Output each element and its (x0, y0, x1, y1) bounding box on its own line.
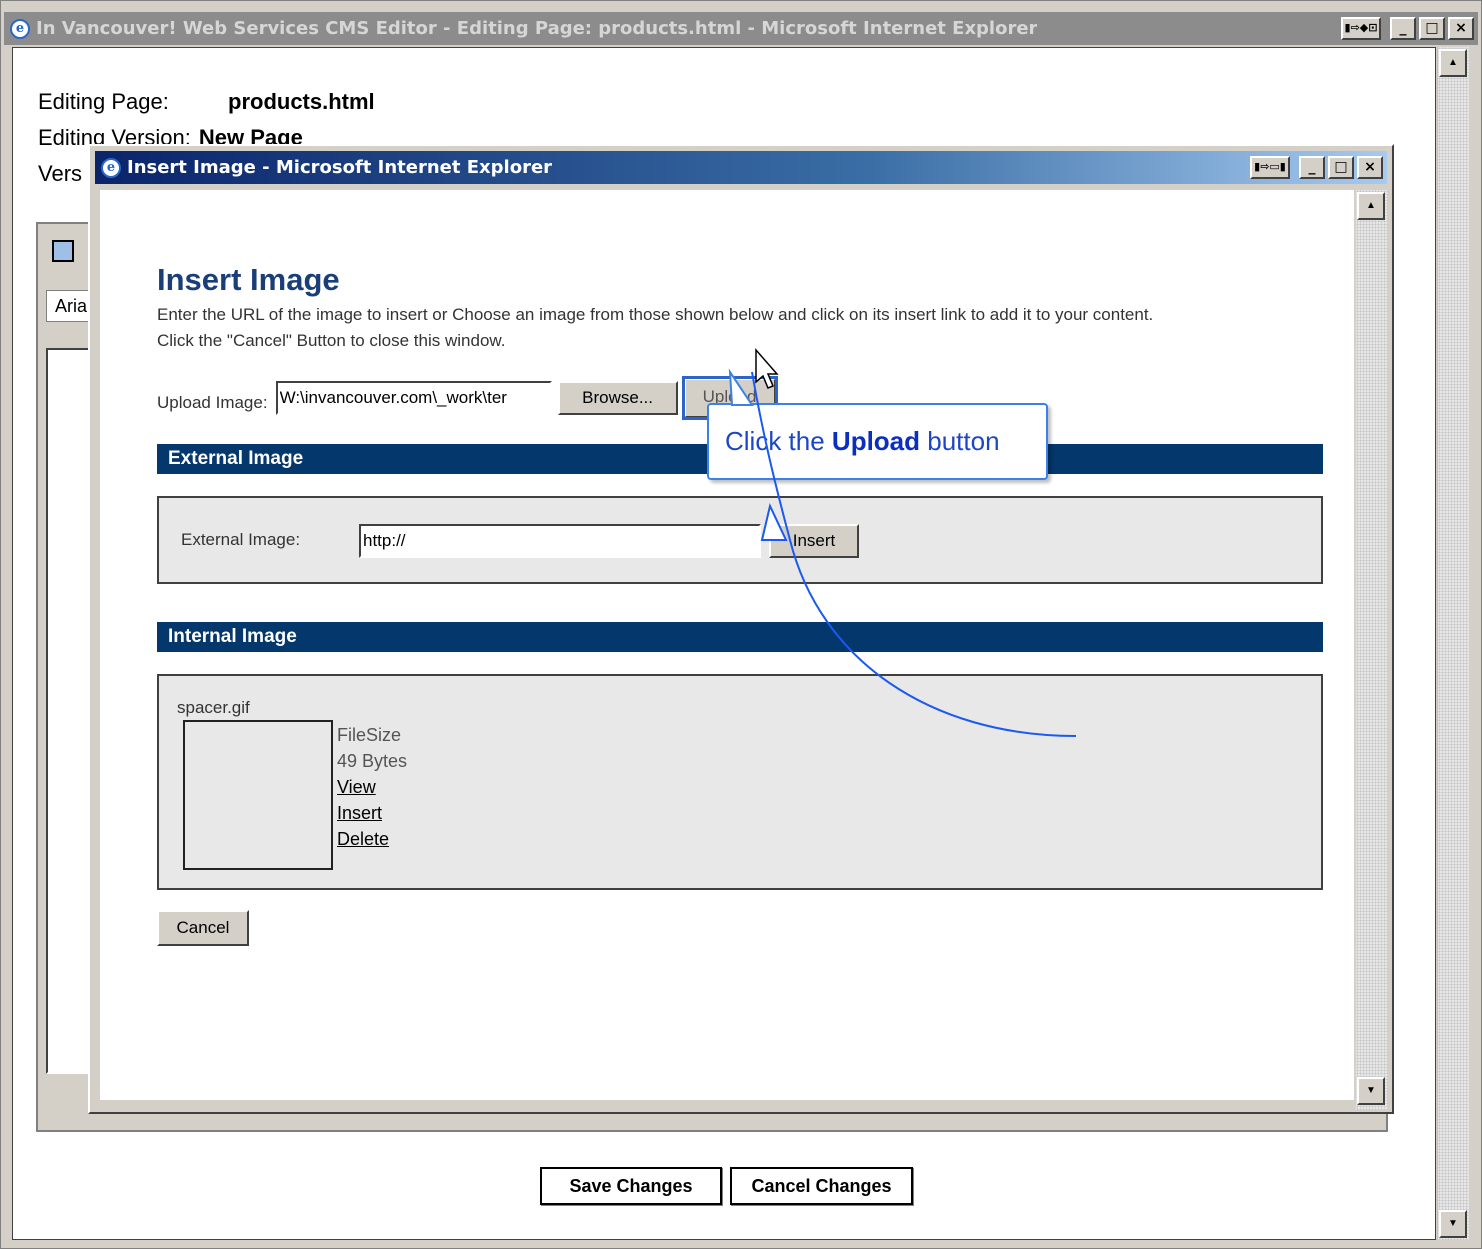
external-insert-button[interactable]: Insert (769, 524, 859, 558)
cancel-changes-button[interactable]: Cancel Changes (730, 1167, 913, 1205)
dialog-cancel-button[interactable]: Cancel (157, 910, 249, 946)
outer-maximize-button[interactable]: □ (1419, 17, 1445, 40)
tutorial-callout: Click the Upload button (707, 403, 1048, 480)
dialog-minimize-button[interactable]: _ (1299, 156, 1325, 179)
outer-vertical-scrollbar[interactable]: ▲ ▼ (1437, 47, 1469, 1240)
outer-close-button[interactable]: × (1448, 17, 1474, 40)
dialog-window-controls: ▮⇨▭▮ _ □ × (1250, 156, 1383, 179)
browse-button[interactable]: Browse... (557, 381, 678, 415)
outer-minimize-button[interactable]: _ (1390, 17, 1416, 40)
upload-file-input[interactable] (275, 381, 552, 415)
file-name: spacer.gif (177, 698, 250, 717)
outer-titlebar[interactable]: e In Vancouver! Web Services CMS Editor … (4, 12, 1478, 45)
view-link[interactable]: View (337, 774, 407, 800)
file-thumbnail (183, 720, 333, 870)
dialog-titlebar[interactable]: e Insert Image - Microsoft Internet Expl… (95, 151, 1387, 184)
internal-image-panel: spacer.gif FileSize 49 Bytes View Insert… (157, 674, 1323, 890)
upload-image-label: Upload Image: (157, 393, 268, 412)
source-view-icon[interactable] (52, 240, 74, 262)
upload-row: Upload Image: Browse... Upload (157, 376, 778, 420)
dialog-title: Insert Image - Microsoft Internet Explor… (127, 157, 553, 178)
editing-page-row: Editing Page: products.html (38, 84, 375, 120)
save-changes-button[interactable]: Save Changes (540, 1167, 722, 1205)
external-image-label: External Image: (181, 530, 301, 549)
dialog-maximize-button[interactable]: □ (1328, 156, 1354, 179)
editing-page-label: Editing Page: (38, 89, 169, 114)
dialog-content: Insert Image Enter the URL of the image … (100, 190, 1354, 1100)
scroll-up-arrow-icon[interactable]: ▲ (1439, 49, 1467, 77)
file-meta: FileSize 49 Bytes View Insert Delete (337, 722, 407, 852)
insert-link[interactable]: Insert (337, 800, 407, 826)
external-url-input[interactable] (359, 524, 761, 558)
dialog-vertical-scrollbar[interactable]: ▲ ▼ (1356, 190, 1388, 1110)
description-line-2: Click the "Cancel" Button to close this … (157, 331, 506, 350)
ie-logo-icon: e (10, 18, 30, 39)
dialog-heading: Insert Image (157, 262, 340, 297)
callout-suffix: button (920, 426, 1000, 456)
dialog-description: Enter the URL of the image to insert or … (157, 302, 1337, 354)
external-image-panel: External Image: Insert (157, 496, 1323, 584)
dialog-close-button[interactable]: × (1357, 156, 1383, 179)
scroll-down-arrow-icon[interactable]: ▼ (1439, 1210, 1467, 1238)
insert-image-dialog: e Insert Image - Microsoft Internet Expl… (88, 144, 1394, 1114)
outer-window-controls: ▮⇨◆⊡ _ □ × (1341, 17, 1474, 40)
callout-prefix: Click the (725, 426, 832, 456)
internal-image-header: Internal Image (157, 622, 1323, 652)
outer-window-title: In Vancouver! Web Services CMS Editor - … (36, 18, 1038, 39)
ie-logo-icon: e (101, 157, 121, 178)
version-label: Vers (38, 161, 83, 186)
scroll-up-arrow-icon[interactable]: ▲ (1357, 192, 1385, 220)
editing-page-value: products.html (228, 89, 375, 114)
scroll-down-arrow-icon[interactable]: ▼ (1357, 1077, 1385, 1105)
delete-link[interactable]: Delete (337, 826, 407, 852)
dialog-extra-button[interactable]: ▮⇨▭▮ (1250, 156, 1290, 179)
file-size-label: FileSize (337, 725, 402, 745)
description-line-1: Enter the URL of the image to insert or … (157, 305, 1154, 324)
outer-extra-button[interactable]: ▮⇨◆⊡ (1341, 17, 1381, 40)
callout-emphasis: Upload (831, 426, 921, 456)
file-size-value: 49 Bytes (337, 751, 408, 771)
